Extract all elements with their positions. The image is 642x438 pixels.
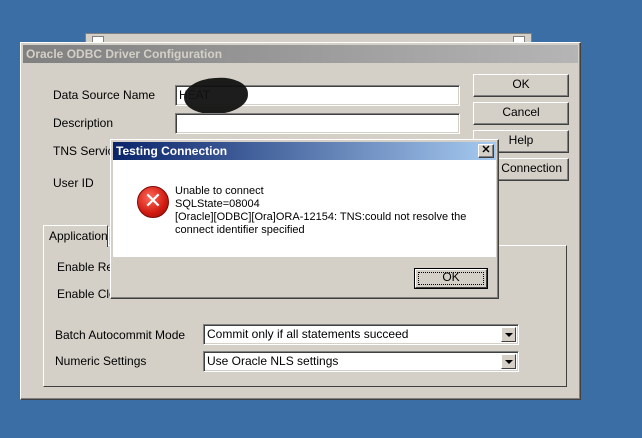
error-message: Unable to connect SQLState=08004 [Oracle… — [175, 185, 485, 237]
batch-autocommit-label: Batch Autocommit Mode — [55, 328, 186, 342]
message-line: SQLState=08004 — [175, 198, 260, 210]
batch-autocommit-value: Commit only if all statements succeed — [207, 327, 409, 341]
redaction-scribble — [183, 76, 249, 116]
testing-connection-dialog: Testing Connection ✕ ✕ Unable to connect… — [110, 139, 499, 299]
test-ok-button[interactable]: OK — [414, 268, 488, 289]
enable-closing-cursors-label: Enable Clo — [57, 287, 116, 301]
message-area: ✕ Unable to connect SQLState=08004 [Orac… — [113, 160, 496, 257]
description-field[interactable] — [175, 113, 460, 134]
numeric-settings-select[interactable]: Use Oracle NLS settings — [203, 351, 519, 372]
close-icon[interactable]: ✕ — [478, 144, 494, 158]
message-line: Unable to connect — [175, 185, 264, 197]
message-line: connect identifier specified — [175, 224, 305, 236]
cancel-button[interactable]: Cancel — [473, 102, 569, 125]
batch-autocommit-select[interactable]: Commit only if all statements succeed — [203, 324, 519, 345]
data-source-name-label: Data Source Name — [53, 88, 156, 102]
test-ok-label: OK — [442, 270, 460, 284]
tns-service-label: TNS Servic — [53, 144, 114, 158]
testing-connection-title: Testing Connection — [113, 142, 496, 160]
description-label: Description — [53, 116, 114, 130]
error-icon: ✕ — [137, 186, 169, 218]
message-line: [Oracle][ODBC][Ora]ORA-12154: TNS:could … — [175, 211, 467, 223]
numeric-settings-value: Use Oracle NLS settings — [207, 354, 339, 368]
user-id-label: User ID — [53, 176, 94, 190]
numeric-settings-label: Numeric Settings — [55, 354, 147, 368]
tab-application[interactable]: Application — [43, 225, 108, 247]
ok-button[interactable]: OK — [473, 74, 569, 97]
odbc-config-title: Oracle ODBC Driver Configuration — [23, 45, 578, 63]
chevron-down-icon[interactable] — [501, 354, 516, 369]
chevron-down-icon[interactable] — [501, 327, 516, 342]
